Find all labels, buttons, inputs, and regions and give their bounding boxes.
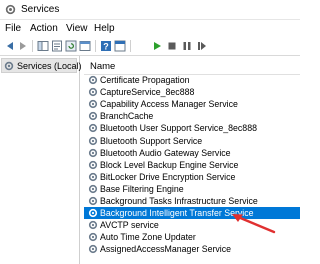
services-app-icon [5, 4, 16, 15]
tree-node-label: Services (Local) [17, 61, 82, 71]
toolbar-separator [32, 40, 33, 52]
gear-icon [88, 245, 98, 254]
export-icon[interactable] [78, 39, 92, 53]
start-icon[interactable] [150, 39, 164, 53]
gear-icon [4, 61, 14, 71]
menu-help[interactable]: Help [94, 23, 115, 34]
service-name: BranchCache [100, 111, 154, 122]
gear-icon [88, 75, 98, 85]
gear-icon [88, 112, 98, 121]
restart-icon[interactable] [195, 39, 209, 53]
title-bar: Services [0, 0, 300, 20]
show-hide-tree-icon[interactable] [36, 39, 50, 53]
gear-icon [88, 87, 98, 97]
gear-icon [88, 100, 98, 109]
gear-icon [88, 124, 98, 133]
toolbar-separator [95, 40, 96, 52]
service-name: CaptureService_8ec888 [100, 87, 195, 98]
stop-icon[interactable] [165, 39, 179, 53]
column-header-label: Name [90, 61, 116, 72]
service-name: AssignedAccessManager Service [100, 244, 232, 255]
service-row[interactable]: Base Filtering Engine [84, 183, 300, 195]
service-name: Base Filtering Engine [100, 183, 184, 194]
column-header-name[interactable]: Name [84, 59, 300, 75]
gear-icon [88, 148, 98, 157]
gear-icon [88, 208, 98, 218]
svg-text:?: ? [103, 42, 109, 52]
service-name: Certificate Propagation [100, 75, 190, 85]
service-name: Bluetooth Support Service [100, 135, 203, 146]
properties-icon[interactable] [50, 39, 64, 53]
service-name: Auto Time Zone Updater [100, 232, 196, 243]
gear-icon [88, 196, 98, 206]
service-name: AVCTP service [100, 220, 159, 231]
service-row[interactable]: Bluetooth Support Service [84, 135, 300, 147]
service-row[interactable]: Certificate Propagation [84, 74, 300, 86]
menu-bar: File Action View Help [0, 20, 300, 36]
help-icon[interactable]: ? [99, 39, 113, 53]
console-icon[interactable] [113, 39, 127, 53]
gear-icon [88, 160, 98, 169]
service-row[interactable]: BitLocker Drive Encryption Service [84, 171, 300, 183]
service-name: Bluetooth Audio Gateway Service [100, 147, 231, 158]
forward-icon[interactable] [16, 39, 30, 53]
tree-pane: Services (Local) [0, 56, 82, 264]
menu-file[interactable]: File [5, 23, 21, 34]
services-window: Services File Action View Help ? Service… [0, 0, 300, 264]
service-row[interactable]: AssignedAccessManager Service [84, 243, 300, 255]
service-name: Capability Access Manager Service [100, 99, 238, 110]
gear-icon [88, 136, 98, 145]
service-row[interactable]: Bluetooth Audio Gateway Service [84, 147, 300, 159]
toolbar: ? [0, 37, 300, 56]
pause-icon[interactable] [180, 39, 194, 53]
annotation-arrow [232, 214, 276, 234]
refresh-icon[interactable] [64, 39, 78, 53]
service-name: Bluetooth User Support Service_8ec888 [100, 123, 257, 134]
gear-icon [88, 221, 98, 230]
service-name: Block Level Backup Engine Service [100, 159, 239, 170]
back-icon[interactable] [3, 39, 17, 53]
service-row[interactable]: Background Tasks Infrastructure Service [84, 195, 300, 207]
service-row[interactable]: Bluetooth User Support Service_8ec888 [84, 122, 300, 134]
service-name: Background Tasks Infrastructure Service [100, 196, 258, 206]
service-row[interactable]: Capability Access Manager Service [84, 98, 300, 110]
gear-icon [88, 172, 98, 181]
tree-node-services-local[interactable]: Services (Local) [1, 58, 82, 73]
service-row[interactable]: Block Level Backup Engine Service [84, 159, 300, 171]
gear-icon [88, 184, 98, 193]
gear-icon [88, 233, 98, 242]
service-row[interactable]: BranchCache [84, 110, 300, 122]
menu-action[interactable]: Action [30, 23, 58, 34]
window-title: Services [21, 4, 60, 15]
toolbar-separator [130, 40, 131, 52]
menu-view[interactable]: View [66, 23, 88, 34]
service-name: BitLocker Drive Encryption Service [100, 171, 236, 182]
service-row[interactable]: CaptureService_8ec888 [84, 86, 300, 98]
